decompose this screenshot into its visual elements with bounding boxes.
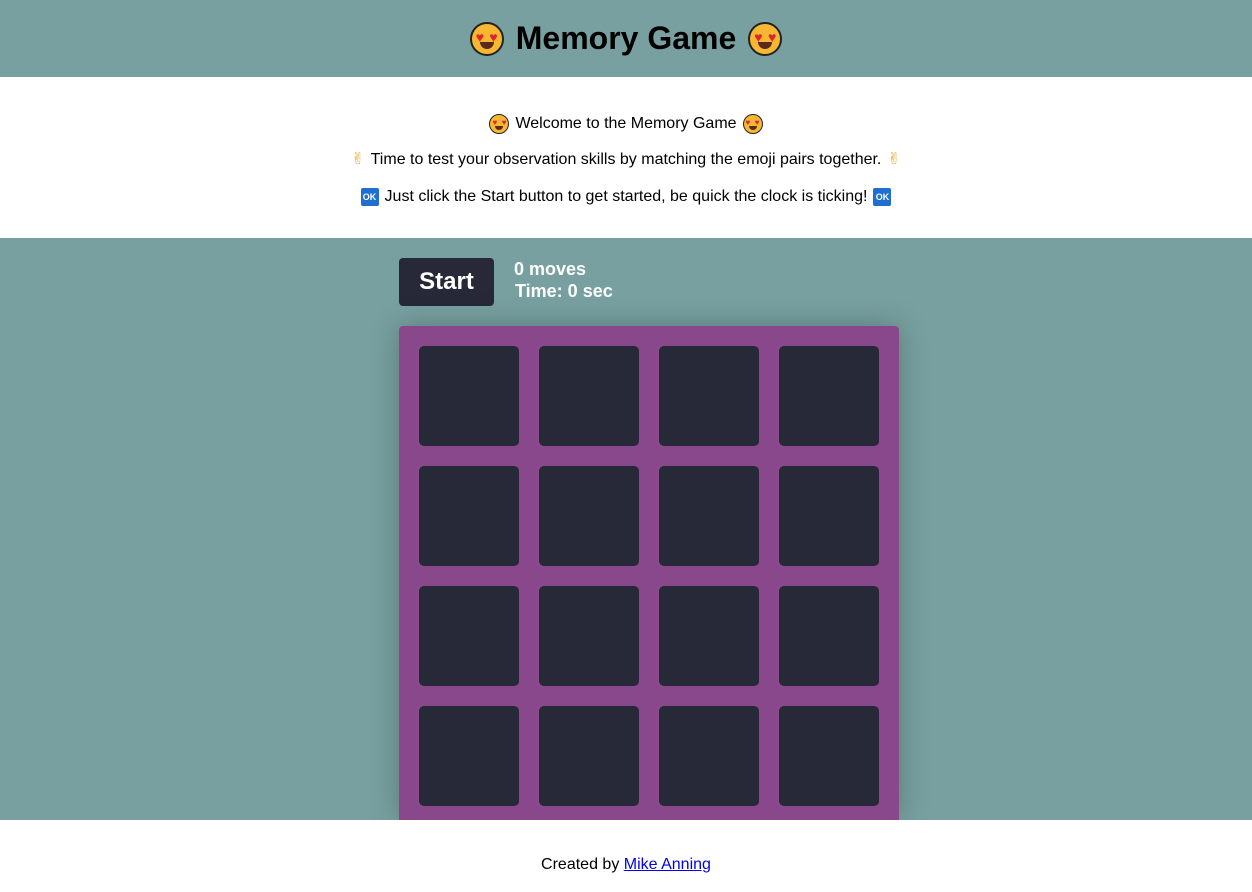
intro-start-hint-text: Just click the Start button to get start… bbox=[384, 188, 868, 205]
heart-eyes-emoji-icon bbox=[748, 21, 783, 56]
heart-eyes-emoji-icon bbox=[489, 114, 510, 134]
game-area: Start 0 moves Time: 0 sec bbox=[0, 238, 1252, 820]
memory-card[interactable] bbox=[419, 706, 519, 806]
footer: Created by Mike Anning bbox=[0, 820, 1252, 892]
heart-eyes-emoji-icon bbox=[469, 21, 504, 56]
intro-instructions-text: Time to test your observation skills by … bbox=[370, 151, 882, 168]
intro-line-welcome: Welcome to the Memory Game bbox=[0, 114, 1252, 134]
page-title-text: Memory Game bbox=[515, 20, 737, 56]
memory-card[interactable] bbox=[419, 466, 519, 566]
memory-card[interactable] bbox=[779, 706, 879, 806]
game-stats: 0 moves Time: 0 sec bbox=[514, 258, 613, 302]
game-board bbox=[399, 326, 899, 820]
footer-prefix: Created by bbox=[541, 856, 620, 873]
intro-welcome-text: Welcome to the Memory Game bbox=[515, 115, 737, 132]
intro-section: Welcome to the Memory Game ✌ Time to tes… bbox=[0, 77, 1252, 238]
timer-display: Time: 0 sec bbox=[515, 281, 613, 301]
ok-button-icon: OK bbox=[873, 188, 892, 206]
memory-card[interactable] bbox=[539, 586, 639, 686]
page-title: Memory Game bbox=[469, 20, 783, 57]
memory-card[interactable] bbox=[419, 586, 519, 686]
memory-card[interactable] bbox=[659, 706, 759, 806]
footer-credit: Created by Mike Anning bbox=[0, 856, 1252, 874]
memory-card[interactable] bbox=[539, 466, 639, 566]
memory-card[interactable] bbox=[419, 346, 519, 446]
intro-line-instructions: ✌ Time to test your observation skills b… bbox=[0, 151, 1252, 169]
author-link[interactable]: Mike Anning bbox=[624, 856, 711, 873]
intro-line-start-hint: OK Just click the Start button to get st… bbox=[0, 188, 1252, 206]
memory-card[interactable] bbox=[659, 586, 759, 686]
memory-card[interactable] bbox=[539, 346, 639, 446]
memory-card[interactable] bbox=[659, 466, 759, 566]
heart-eyes-emoji-icon bbox=[742, 114, 763, 134]
moves-counter: 0 moves bbox=[514, 259, 587, 279]
ok-button-icon: OK bbox=[360, 188, 379, 206]
memory-card[interactable] bbox=[779, 466, 879, 566]
memory-card[interactable] bbox=[539, 706, 639, 806]
memory-card[interactable] bbox=[779, 346, 879, 446]
ok-hand-icon: ✌ bbox=[351, 151, 365, 168]
memory-card[interactable] bbox=[779, 586, 879, 686]
memory-card[interactable] bbox=[659, 346, 759, 446]
start-button[interactable]: Start bbox=[399, 258, 494, 306]
ok-hand-icon: ✌ bbox=[887, 151, 901, 168]
page-header: Memory Game bbox=[0, 0, 1252, 77]
